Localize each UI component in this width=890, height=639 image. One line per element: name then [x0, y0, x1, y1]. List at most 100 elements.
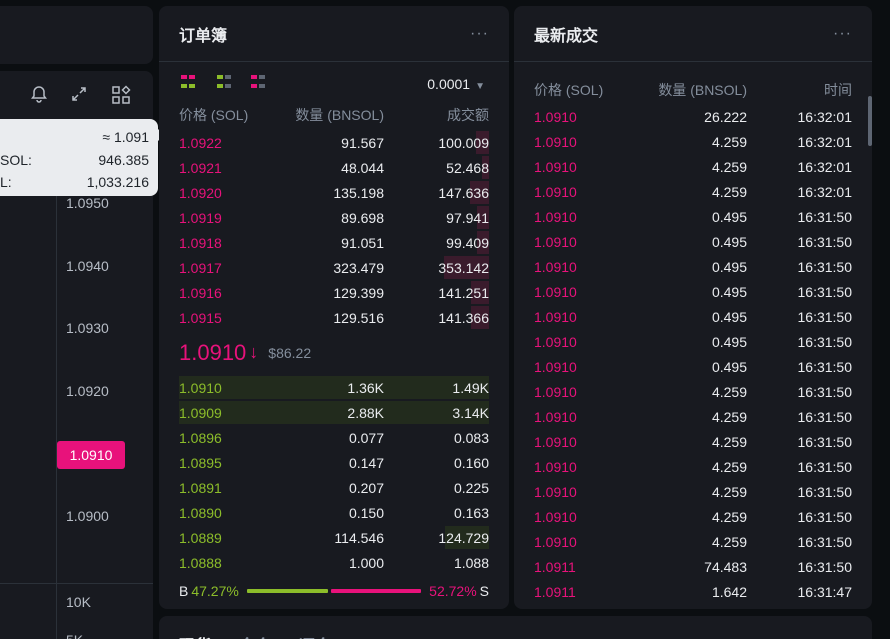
orderbook-row[interactable]: 1.0888 1.000 1.088 [159, 550, 509, 575]
row-total: 1.49K [452, 379, 489, 396]
orderbook-row[interactable]: 1.0919 89.698 97.941 [159, 205, 509, 230]
orderbook-header: 订单簿 ··· [159, 6, 509, 62]
orderbook-row[interactable]: 1.0896 0.077 0.083 [159, 425, 509, 450]
ratio-bar [246, 589, 422, 593]
trade-time: 16:31:50 [797, 358, 853, 375]
trade-row: 1.0910 4.259 16:31:50 [514, 504, 872, 529]
mid-price-row[interactable]: 1.0910 ↓ $86.22 [159, 330, 509, 375]
sell-label: S [479, 583, 489, 599]
expand-icon[interactable] [67, 85, 91, 109]
trade-row: 1.0910 0.495 16:31:50 [514, 329, 872, 354]
row-price: 1.0920 [179, 184, 222, 201]
more-icon[interactable]: ··· [833, 25, 852, 43]
arrow-down-icon: ↓ [249, 342, 259, 362]
sell-percent: 52.72% [429, 583, 477, 599]
trade-time: 16:31:50 [797, 308, 853, 325]
orderbook-row[interactable]: 1.0917 323.479 353.142 [159, 255, 509, 280]
trade-row: 1.0910 26.222 16:32:01 [514, 104, 872, 129]
trade-price: 1.0911 [534, 558, 576, 575]
orderbook-row[interactable]: 1.0922 91.567 100.009 [159, 130, 509, 155]
asks-list: 1.0922 91.567 100.009 1.0921 48.044 52.468 1.0… [159, 130, 509, 330]
trade-amount: 0.495 [711, 308, 747, 325]
row-amount: 0.147 [348, 454, 384, 471]
row-amount: 323.479 [333, 259, 384, 276]
widgets-icon[interactable] [109, 85, 133, 109]
scrollbar-thumb[interactable] [868, 96, 872, 146]
row-price: 1.0916 [179, 284, 222, 301]
tab-spot[interactable]: 现货 [179, 632, 211, 639]
trades-list: 1.0910 26.222 16:32:01 1.0910 4.259 16:32:01 1… [514, 104, 872, 610]
more-icon[interactable]: ··· [470, 25, 489, 43]
orderbook-title: 订单簿 [179, 27, 228, 45]
chart-header-panel [0, 6, 153, 64]
trade-time: 16:31:50 [797, 208, 853, 225]
trade-row: 1.0910 4.259 16:31:50 [514, 429, 872, 454]
orderbook-row[interactable]: 1.0910 1.36K 1.49K [159, 375, 509, 400]
trade-time: 16:32:01 [797, 158, 853, 175]
row-total: 124.729 [438, 529, 489, 546]
row-total: 147.636 [438, 184, 489, 201]
row-price: 1.0919 [179, 209, 222, 226]
trade-price: 1.0910 [534, 108, 577, 125]
orderbook-row[interactable]: 1.0920 135.198 147.636 [159, 180, 509, 205]
orderbook-row[interactable]: 1.0921 48.044 52.468 [159, 155, 509, 180]
trade-price: 1.0910 [534, 133, 577, 150]
trade-row: 1.0910 0.495 16:31:50 [514, 254, 872, 279]
orderbook-row[interactable]: 1.0890 0.150 0.163 [159, 500, 509, 525]
trade-time: 16:31:50 [797, 558, 853, 575]
orderbook-row[interactable]: 1.0891 0.207 0.225 [159, 475, 509, 500]
mode-bids-icon[interactable] [217, 75, 233, 91]
tab-cross[interactable]: 全仓 [239, 632, 271, 639]
trade-amount: 0.495 [711, 333, 747, 350]
tab-isolated[interactable]: 逐仓 [299, 632, 331, 639]
trade-price: 1.0910 [534, 308, 577, 325]
trade-time: 16:31:50 [797, 433, 853, 450]
trade-amount: 0.495 [711, 258, 747, 275]
trade-row: 1.0910 4.259 16:32:01 [514, 179, 872, 204]
chart-toolbar [0, 85, 153, 109]
trade-time: 16:31:50 [797, 383, 853, 400]
mid-price-usd: $86.22 [268, 344, 312, 361]
row-total: 353.142 [438, 259, 489, 276]
orderbook-row[interactable]: 1.0915 129.516 141.366 [159, 305, 509, 330]
price-axis-divider [56, 126, 57, 639]
trades-header: 最新成交 ··· [514, 6, 872, 62]
tick-size-select[interactable]: 0.0001 ▼ [427, 76, 485, 92]
row-price: 1.0896 [179, 429, 222, 446]
orderbook-row[interactable]: 1.0895 0.147 0.160 [159, 450, 509, 475]
trade-time: 16:31:47 [747, 609, 853, 610]
trade-row: 1.0910 4.259 16:31:50 [514, 454, 872, 479]
trade-time: 16:31:50 [797, 408, 853, 425]
bell-icon[interactable] [27, 85, 51, 109]
row-price: 1.0922 [179, 134, 222, 151]
orderbook-row[interactable]: 1.0909 2.88K 3.14K [159, 400, 509, 425]
trade-amount: 4.259 [644, 609, 747, 610]
orderbook-row[interactable]: 1.0916 129.399 141.251 [159, 280, 509, 305]
mid-price: 1.0910 [179, 339, 247, 365]
price-tick: 1.0940 [66, 258, 109, 274]
trade-price: 1.0910 [534, 158, 577, 175]
row-total: 141.366 [438, 309, 489, 326]
header-amount: 数量 (BNSOL) [295, 107, 384, 123]
trade-time: 16:31:50 [797, 458, 853, 475]
mode-asks-icon[interactable] [251, 75, 267, 91]
mode-both-icon[interactable] [181, 75, 197, 91]
trade-amount: 4.259 [711, 433, 747, 450]
trade-amount: 4.259 [711, 383, 747, 400]
orderbook-row[interactable]: 1.0918 91.051 99.409 [159, 230, 509, 255]
tick-size-value: 0.0001 [427, 76, 471, 92]
trade-tabs: 现货 全仓 逐仓 [159, 616, 872, 639]
trade-amount: 4.259 [711, 183, 747, 200]
orderbook-row[interactable]: 1.0889 114.546 124.729 [159, 525, 509, 550]
row-total: 1.088 [453, 554, 489, 571]
trade-row: 1.0911 74.483 16:31:50 [514, 554, 872, 579]
trade-amount: 0.495 [711, 208, 747, 225]
trades-panel: 最新成交 ··· 价格 (SOL) 数量 (BNSOL) 时间 1.0910 26… [514, 6, 872, 609]
row-price: 1.0910 [179, 379, 222, 396]
row-amount: 1.000 [348, 554, 384, 571]
row-price: 1.0891 [179, 479, 222, 496]
trade-row: 1.09114.25916:31:47 [514, 604, 872, 610]
trades-scrollbar[interactable] [867, 96, 872, 596]
row-price: 1.0888 [179, 554, 222, 571]
trade-row: 1.0910 0.495 16:31:50 [514, 279, 872, 304]
